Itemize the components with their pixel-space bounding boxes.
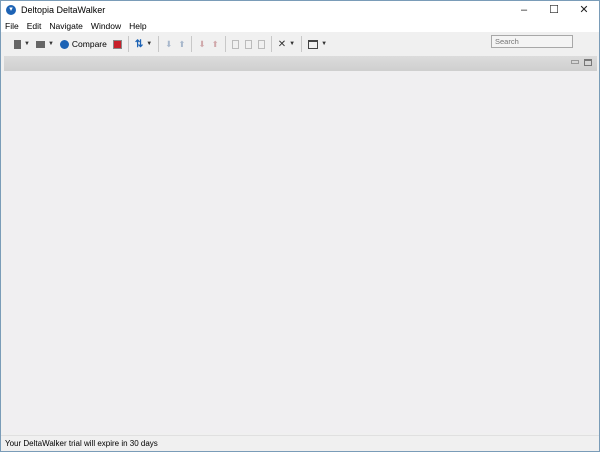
search-input[interactable] [491, 35, 573, 48]
chevron-down-icon: ▼ [146, 41, 153, 47]
swap-arrows-icon: ⇅ [134, 38, 144, 50]
close-button[interactable]: ✕ [569, 1, 599, 19]
new-file-icon [14, 39, 21, 49]
chevron-down-icon: ▼ [24, 41, 30, 47]
compare-label: Compare [71, 39, 107, 49]
menu-edit[interactable]: Edit [23, 21, 46, 31]
copy-right-button[interactable] [255, 35, 268, 53]
separator [224, 36, 226, 52]
arrow-down-icon: ⬇ [198, 38, 206, 49]
separator [270, 36, 272, 52]
previous-difference-button[interactable]: ⬆ [175, 35, 188, 53]
previous-change-button[interactable]: ⬆ [209, 35, 222, 53]
app-window: ▾ Deltopia DeltaWalker – ☐ ✕ File Edit N… [0, 0, 600, 452]
separator [191, 36, 193, 52]
stop-icon [112, 39, 122, 49]
layout-button[interactable]: ▼ [305, 35, 330, 53]
window-title: Deltopia DeltaWalker [21, 5, 106, 15]
merge-button[interactable] [242, 35, 255, 53]
chevron-down-icon: ▼ [47, 41, 54, 47]
separator [158, 36, 160, 52]
document-icon [244, 39, 252, 49]
minimize-button[interactable]: – [509, 1, 539, 19]
menu-window[interactable]: Window [87, 21, 125, 31]
copy-left-button[interactable] [229, 35, 242, 53]
menu-help[interactable]: Help [125, 21, 150, 31]
compare-button[interactable]: Compare [57, 35, 110, 53]
next-difference-button[interactable]: ⬇ [162, 35, 175, 53]
stop-button[interactable] [110, 35, 125, 53]
compare-icon [59, 39, 69, 49]
editor-area [4, 71, 597, 433]
chevron-down-icon: ▼ [321, 41, 328, 47]
arrow-up-icon: ⬆ [211, 38, 219, 49]
menu-navigate[interactable]: Navigate [45, 21, 87, 31]
sync-button[interactable]: ⇅ ▼ [132, 35, 155, 53]
folder-icon [35, 40, 45, 48]
document-icon [257, 39, 265, 49]
chevron-down-icon: ▼ [289, 41, 296, 47]
new-file-compare-button[interactable]: ▼ [11, 35, 33, 53]
app-logo-icon: ▾ [6, 5, 16, 15]
maximize-view-icon[interactable] [584, 59, 592, 66]
view-header [4, 56, 597, 71]
separator [127, 36, 129, 52]
arrow-down-icon: ⬇ [165, 38, 173, 49]
menu-bar: File Edit Navigate Window Help [1, 19, 599, 32]
document-icon [231, 39, 239, 49]
tools-icon: ✕ [277, 38, 287, 50]
separator [301, 36, 303, 52]
tools-button[interactable]: ✕ ▼ [275, 35, 298, 53]
next-change-button[interactable]: ⬇ [195, 35, 208, 53]
menu-file[interactable]: File [1, 21, 23, 31]
new-folder-compare-button[interactable]: ▼ [33, 35, 57, 53]
arrow-up-icon: ⬆ [178, 38, 186, 49]
minimize-view-icon[interactable] [571, 60, 579, 64]
maximize-button[interactable]: ☐ [539, 1, 569, 19]
layout-icon [308, 39, 319, 49]
title-bar: ▾ Deltopia DeltaWalker – ☐ ✕ [1, 1, 599, 19]
status-bar: Your DeltaWalker trial will expire in 30… [1, 435, 599, 451]
